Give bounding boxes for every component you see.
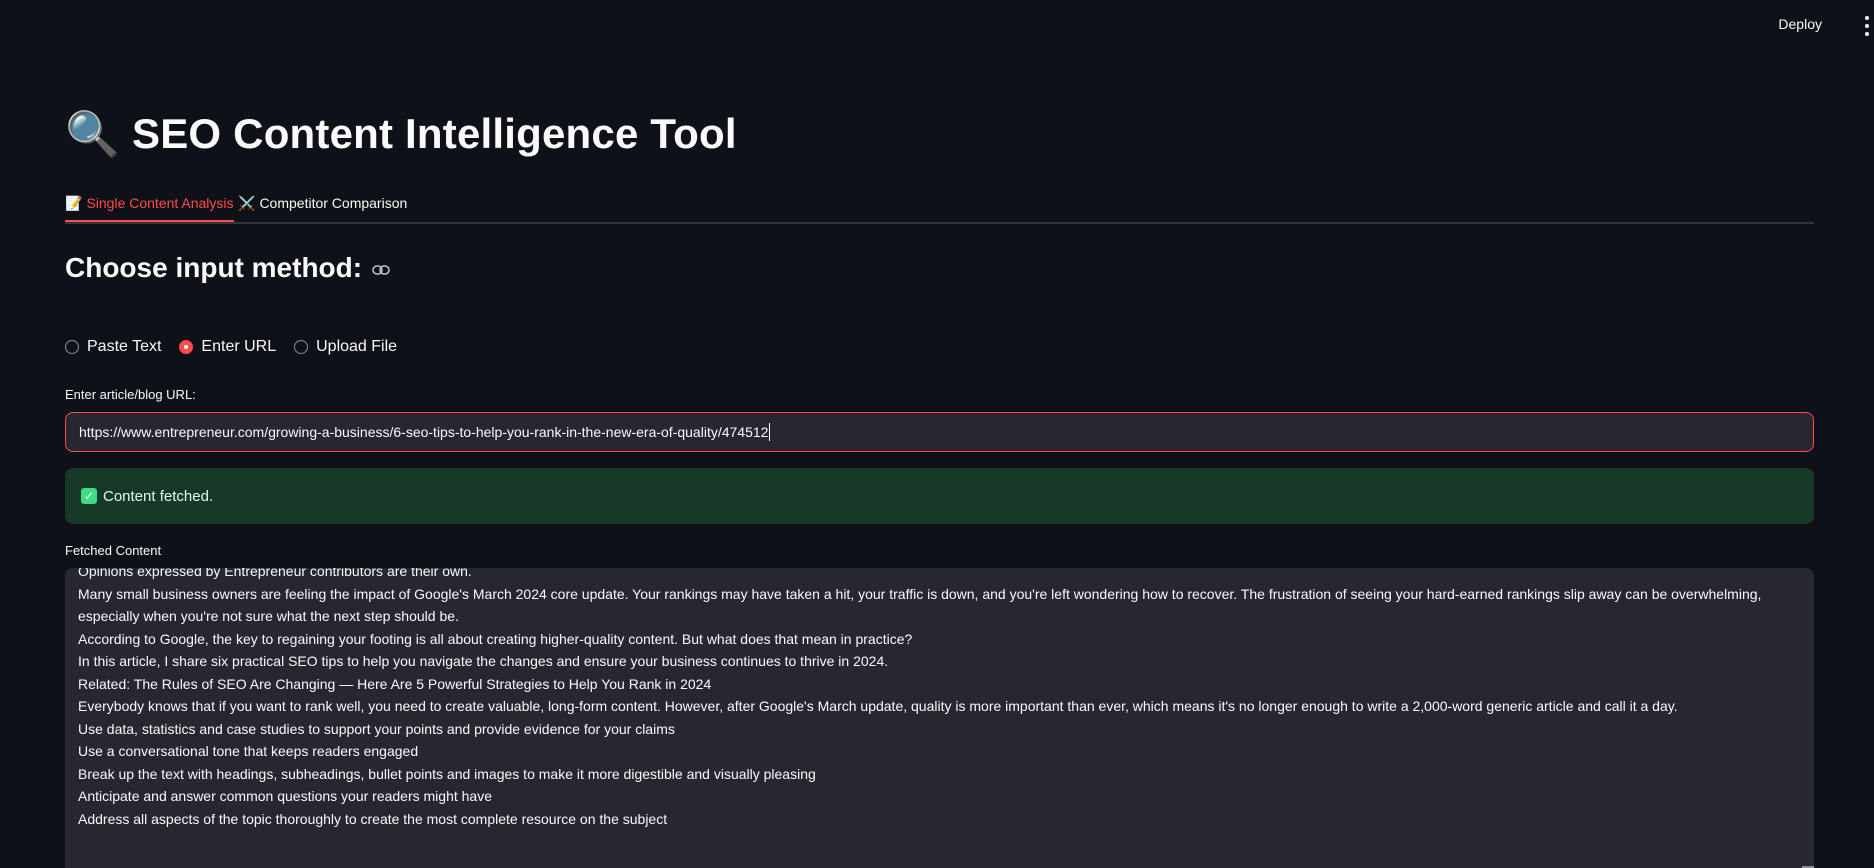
content-line: Anticipate and answer common questions y…: [78, 788, 492, 804]
crossed-swords-icon: ⚔️: [238, 194, 256, 211]
radio-label: Upload File: [316, 338, 398, 355]
fetched-content-label: Fetched Content: [65, 543, 162, 558]
input-method-heading: Choose input method:: [65, 252, 390, 284]
page-title: 🔍 SEO Content Intelligence Tool: [65, 108, 737, 160]
radio-button-selected[interactable]: [179, 340, 194, 354]
tab-label: Single Content Analysis: [86, 195, 234, 211]
tab-single-content-analysis[interactable]: 📝 Single Content Analysis: [65, 186, 234, 222]
content-line: Break up the text with headings, subhead…: [78, 765, 816, 782]
content-line: In this article, I share six practical S…: [78, 653, 889, 669]
url-input-value: https://www.entrepreneur.com/growing-a-b…: [79, 424, 769, 440]
content-line: Related: The Rules of SEO Are Changing —…: [78, 675, 712, 692]
content-line: Opinions expressed by Entrepreneur contr…: [78, 568, 472, 579]
content-line: Everybody knows that if you want to rank…: [78, 698, 1678, 714]
content-line: Use a conversational tone that keeps rea…: [78, 743, 419, 759]
radio-button[interactable]: [65, 340, 79, 354]
fetched-content-textarea[interactable]: Opinions expressed by Entrepreneur contr…: [65, 568, 1814, 868]
radio-label: Enter URL: [201, 338, 277, 355]
success-alert: ✓ Content fetched.: [65, 468, 1814, 524]
memo-icon: 📝: [65, 194, 83, 211]
tab-label: Competitor Comparison: [259, 195, 408, 211]
top-bar: Deploy: [0, 0, 1874, 50]
radio-upload-file[interactable]: Upload File: [294, 338, 397, 356]
url-field-label: Enter article/blog URL:: [65, 387, 196, 402]
url-input[interactable]: https://www.entrepreneur.com/growing-a-b…: [65, 412, 1814, 452]
content-line: According to Google, the key to regainin…: [78, 630, 913, 647]
heading-text: Choose input method:: [65, 252, 363, 283]
radio-paste-text[interactable]: Paste Text: [65, 338, 161, 356]
magnifier-icon: 🔍: [65, 110, 120, 159]
tab-bar: 📝 Single Content Analysis ⚔️ Competitor …: [65, 186, 1814, 224]
radio-button[interactable]: [294, 340, 309, 354]
radio-label: Paste Text: [87, 338, 162, 355]
content-line: Use data, statistics and case studies to…: [78, 720, 675, 737]
fetched-content-text: Opinions expressed by Entrepreneur contr…: [78, 568, 1770, 830]
kebab-menu-icon[interactable]: [1860, 16, 1874, 36]
radio-enter-url[interactable]: Enter URL: [179, 338, 276, 356]
check-mark-icon: ✓: [81, 488, 97, 504]
tab-competitor-comparison[interactable]: ⚔️ Competitor Comparison: [238, 186, 407, 220]
deploy-button[interactable]: Deploy: [1778, 16, 1822, 32]
link-icon[interactable]: [372, 265, 390, 275]
content-line: Address all aspects of the topic thoroug…: [78, 810, 668, 827]
input-method-radio-group: Paste Text Enter URL Upload File: [65, 338, 397, 356]
content-line: Many small business owners are feeling t…: [78, 585, 1762, 625]
success-message: Content fetched.: [103, 487, 214, 505]
page-title-text: SEO Content Intelligence Tool: [132, 110, 737, 157]
text-caret: [769, 423, 771, 441]
